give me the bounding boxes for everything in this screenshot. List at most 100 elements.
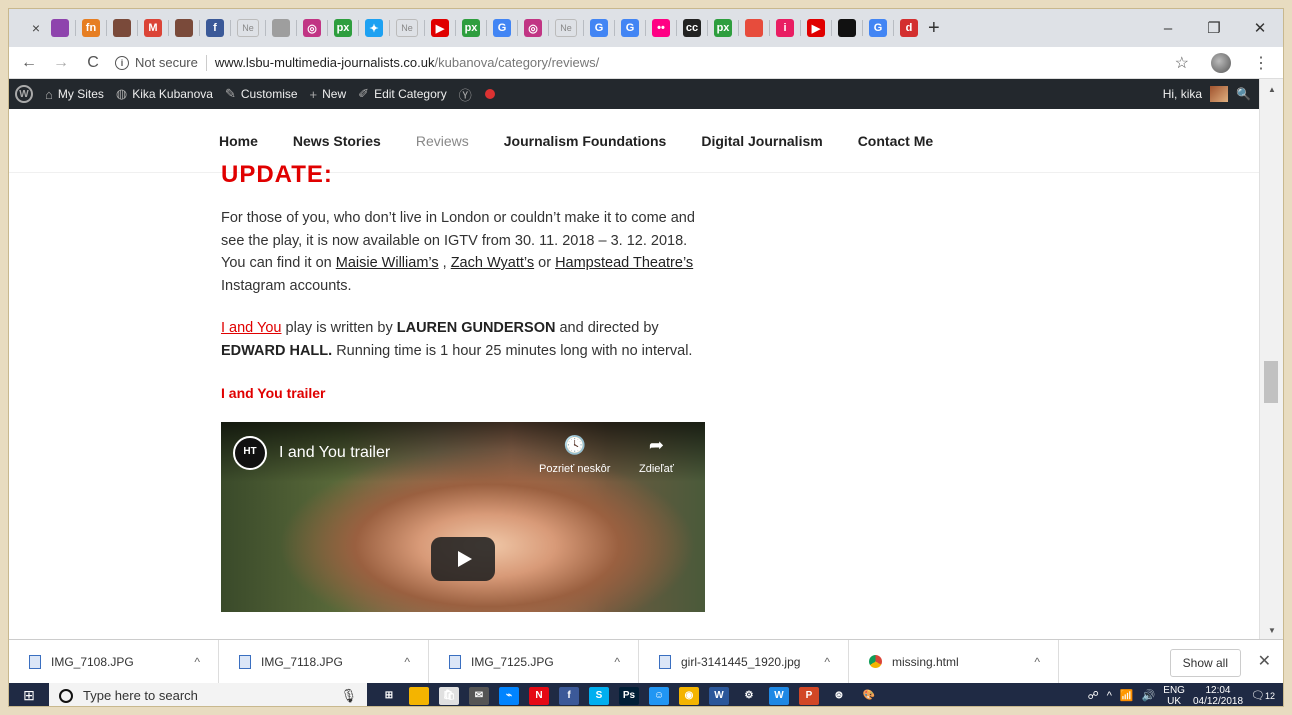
customise-link[interactable]: ✎ Customise — [225, 86, 298, 102]
facebook-icon[interactable]: f — [206, 19, 224, 37]
notifications-icon[interactable]: 🗨12 — [1251, 689, 1275, 702]
close-tab-icon[interactable]: × — [25, 20, 47, 36]
youtube-icon[interactable]: ▶ — [431, 19, 449, 37]
red-app-icon[interactable] — [745, 19, 763, 37]
my-sites-link[interactable]: ⌂ My Sites — [45, 87, 104, 102]
i-and-you-link[interactable]: I and You — [221, 320, 282, 336]
google-icon[interactable]: G — [869, 19, 887, 37]
play-button[interactable] — [431, 536, 495, 581]
restore-button[interactable]: ❐ — [1191, 19, 1237, 37]
nav-home[interactable]: Home — [219, 133, 258, 149]
reload-button[interactable]: C — [81, 54, 105, 72]
watch-later-button[interactable]: 🕓 Pozrieť neskôr — [539, 434, 610, 481]
chevron-up-icon[interactable]: ^ — [194, 655, 200, 669]
mail-icon[interactable]: ✉ — [469, 686, 489, 705]
page-icon[interactable] — [272, 19, 290, 37]
close-downloads-icon[interactable]: ✕ — [1258, 651, 1271, 671]
google-icon[interactable]: G — [590, 19, 608, 37]
tab-title-text[interactable]: Ne — [555, 19, 577, 37]
taskbar-search[interactable]: Type here to search 🎙 — [49, 683, 367, 706]
task-view-icon[interactable]: ⊞ — [379, 686, 399, 705]
chevron-up-icon[interactable]: ^ — [1034, 655, 1040, 669]
start-button[interactable]: ⊞ — [9, 687, 49, 704]
close-window-button[interactable]: ✕ — [1237, 19, 1283, 37]
download-item[interactable]: IMG_7108.JPG ^ — [9, 639, 219, 684]
nav-reviews[interactable]: Reviews — [416, 133, 469, 149]
scroll-thumb[interactable] — [1264, 361, 1278, 403]
nav-journalism-foundations[interactable]: Journalism Foundations — [504, 133, 667, 149]
settings-icon[interactable]: ⚙ — [739, 686, 759, 705]
new-tab-button[interactable]: + — [928, 17, 940, 40]
500px-icon[interactable]: px — [462, 19, 480, 37]
people-icon[interactable]: ☍ — [1088, 689, 1099, 702]
facebook-icon[interactable]: f — [559, 686, 579, 705]
forward-button[interactable]: → — [49, 54, 73, 72]
500px-icon[interactable]: px — [334, 19, 352, 37]
video-title[interactable]: I and You trailer — [279, 442, 390, 465]
scroll-down-icon[interactable]: ▼ — [1268, 626, 1276, 635]
photoshop-icon[interactable]: Ps — [619, 686, 639, 705]
nav-news-stories[interactable]: News Stories — [293, 133, 381, 149]
store-icon[interactable]: 🛍 — [439, 686, 459, 705]
show-all-button[interactable]: Show all — [1169, 649, 1241, 677]
nav-digital-journalism[interactable]: Digital Journalism — [701, 133, 822, 149]
instagram-icon[interactable]: ◎ — [303, 19, 321, 37]
chrome-icon[interactable]: ◉ — [679, 686, 699, 705]
red-circle-icon[interactable]: d — [900, 19, 918, 37]
google-icon[interactable]: G — [493, 19, 511, 37]
channel-logo[interactable]: HT — [233, 435, 267, 470]
app-icon[interactable]: ⊛ — [829, 686, 849, 705]
back-button[interactable]: ← — [17, 54, 41, 72]
download-item[interactable]: missing.html ^ — [849, 639, 1059, 684]
messenger-icon[interactable]: ⌁ — [499, 686, 519, 705]
nav-contact-me[interactable]: Contact Me — [858, 133, 933, 149]
profile-photo-icon[interactable] — [113, 19, 131, 37]
greeting[interactable]: Hi, kika — [1163, 87, 1202, 101]
word-icon[interactable]: W — [709, 686, 729, 705]
info-icon[interactable]: i — [115, 55, 129, 70]
video-player[interactable]: HT I and You trailer 🕓 Pozrieť neskôr ➦ Zd… — [221, 421, 705, 612]
paint-icon[interactable]: 🎨 — [859, 686, 879, 705]
new-link[interactable]: + New — [310, 87, 347, 102]
share-button[interactable]: ➦ Zdieľať — [639, 434, 674, 481]
site-name-link[interactable]: ◍ Kika Kubanova — [116, 86, 213, 102]
netflix-icon[interactable]: N — [529, 686, 549, 705]
fn-icon[interactable]: fn — [82, 19, 100, 37]
black-square-icon[interactable] — [838, 19, 856, 37]
zach-wyatt-link[interactable]: Zach Wyatt’s — [451, 255, 534, 271]
google-icon[interactable]: G — [621, 19, 639, 37]
purple-square-icon[interactable] — [51, 19, 69, 37]
language-indicator[interactable]: ENG UK — [1163, 685, 1185, 707]
flickr-icon[interactable]: •• — [652, 19, 670, 37]
tab-title-text[interactable]: Ne — [396, 19, 418, 37]
chevron-up-icon[interactable]: ^ — [404, 655, 410, 669]
scroll-up-icon[interactable]: ▲ — [1268, 85, 1276, 94]
menu-icon[interactable]: ⋮ — [1253, 53, 1269, 73]
clock[interactable]: 12:04 04/12/2018 — [1193, 685, 1243, 707]
wordpress-logo-icon[interactable]: W — [15, 85, 33, 103]
info-i-icon[interactable]: i — [776, 19, 794, 37]
download-item[interactable]: girl-3141445_1920.jpg ^ — [639, 639, 849, 684]
profile-avatar[interactable] — [1211, 53, 1231, 73]
yoast-seo-link[interactable]: Ⓨ — [459, 85, 495, 104]
hampstead-theatre-link[interactable]: Hampstead Theatre’s — [555, 255, 693, 271]
chevron-up-icon[interactable]: ^ — [614, 655, 620, 669]
file-explorer-icon[interactable] — [409, 686, 429, 705]
gmail-icon[interactable]: M — [144, 19, 162, 37]
twitter-icon[interactable]: ✦ — [365, 19, 383, 37]
show-hidden-icons[interactable]: ^ — [1107, 690, 1112, 702]
microphone-icon[interactable]: 🎙 — [340, 688, 357, 704]
minimize-button[interactable]: – — [1145, 20, 1191, 37]
download-item[interactable]: IMG_7118.JPG ^ — [219, 639, 429, 684]
bookmark-star-icon[interactable]: ☆ — [1175, 53, 1189, 73]
edit-category-link[interactable]: ✐ Edit Category — [358, 86, 447, 102]
youtube-icon[interactable]: ▶ — [807, 19, 825, 37]
download-item[interactable]: IMG_7125.JPG ^ — [429, 639, 639, 684]
chevron-up-icon[interactable]: ^ — [824, 655, 830, 669]
page-scrollbar[interactable]: ▲ ▼ — [1259, 79, 1283, 639]
creative-commons-icon[interactable]: cc — [683, 19, 701, 37]
volume-icon[interactable]: 🔊 — [1142, 689, 1156, 702]
app-blue-icon[interactable]: W — [769, 686, 789, 705]
profile-photo-icon[interactable] — [175, 19, 193, 37]
user-avatar[interactable] — [1210, 86, 1229, 102]
